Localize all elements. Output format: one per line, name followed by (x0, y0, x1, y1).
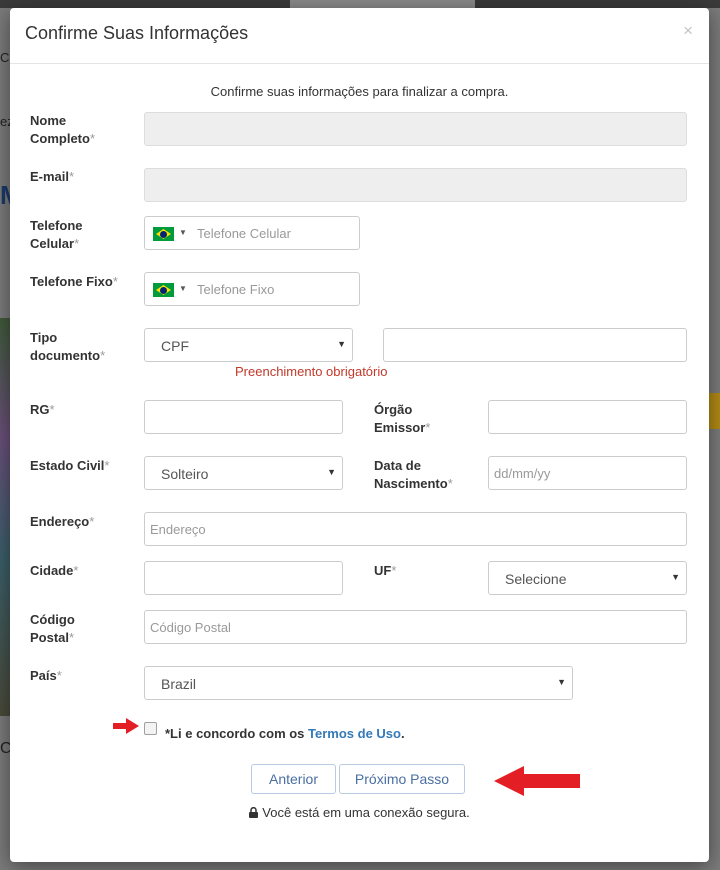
orgao-emissor-label: Órgão Emissor* (374, 401, 454, 437)
required-mark: * (89, 514, 95, 529)
tipo-documento-label-text: Tipo documento (30, 330, 101, 363)
email-label: E-mail* (30, 168, 74, 186)
chevron-down-icon: ▼ (557, 677, 566, 687)
required-mark: * (425, 420, 431, 435)
pais-label: País* (30, 667, 62, 685)
telefone-fixo-label-text: Telefone Fixo (30, 274, 113, 289)
lock-icon (249, 807, 259, 818)
rg-label: RG* (30, 401, 55, 419)
data-nascimento-label: Data de Nascimento* (374, 457, 469, 493)
terms-checkbox[interactable] (144, 722, 157, 735)
endereco-label-text: Endereço (30, 514, 90, 529)
nome-field[interactable] (144, 112, 687, 146)
codigo-postal-placeholder: Código Postal (150, 620, 231, 635)
required-mark: * (89, 131, 96, 146)
nome-label: Nome Completo* (30, 112, 130, 148)
telefone-fixo-label: Telefone Fixo* (30, 273, 120, 291)
background-search-bar (290, 0, 475, 8)
required-mark: * (100, 348, 106, 363)
chevron-down-icon: ▼ (337, 339, 346, 349)
tipo-documento-label: Tipo documento* (30, 329, 125, 365)
close-icon[interactable]: × (683, 21, 693, 41)
brazil-flag-icon[interactable] (153, 283, 174, 297)
tipo-documento-select[interactable]: CPF ▼ (144, 328, 353, 362)
pais-value: Brazil (161, 676, 197, 692)
email-field[interactable] (144, 168, 687, 202)
background-button (708, 393, 720, 429)
required-mark: * (73, 563, 79, 578)
background-image (0, 318, 10, 716)
telefone-celular-field[interactable]: ▼ Telefone Celular (144, 216, 360, 250)
orgao-emissor-label-text: Órgão Emissor (374, 402, 426, 435)
required-mark: * (56, 668, 62, 683)
email-label-text: E-mail (30, 169, 70, 184)
required-mark: * (112, 274, 118, 289)
estado-civil-select[interactable]: Solteiro ▼ (144, 456, 343, 490)
uf-select[interactable]: Selecione ▼ (488, 561, 687, 595)
terms-text: *Li e concordo com os Termos de Uso. (165, 726, 405, 741)
terms-prefix: *Li e concordo com os (165, 726, 309, 741)
rg-label-text: RG (30, 402, 50, 417)
uf-label-text: UF (374, 563, 392, 578)
required-mark: * (447, 476, 453, 491)
required-mark: * (69, 169, 75, 184)
secure-text: Você está em uma conexão segura. (262, 805, 470, 820)
modal-header: Confirme Suas Informações × (10, 8, 709, 64)
rg-field[interactable] (144, 400, 343, 434)
cidade-label: Cidade* (30, 562, 78, 580)
estado-civil-label: Estado Civil* (30, 457, 109, 475)
codigo-postal-field[interactable]: Código Postal (144, 610, 687, 644)
telefone-fixo-placeholder: Telefone Fixo (197, 282, 275, 297)
endereco-field[interactable]: Endereço (144, 512, 687, 546)
required-mark: * (49, 402, 55, 417)
nome-label-text: Nome Completo (30, 113, 90, 146)
endereco-placeholder: Endereço (150, 522, 206, 537)
data-nascimento-label-text: Data de Nascimento (374, 458, 448, 491)
telefone-celular-placeholder: Telefone Celular (197, 226, 291, 241)
anterior-button[interactable]: Anterior (251, 764, 336, 794)
pais-label-text: País (30, 668, 57, 683)
chevron-down-icon[interactable]: ▼ (179, 284, 187, 293)
secure-connection-text: Você está em uma conexão segura. (10, 805, 709, 820)
telefone-fixo-field[interactable]: ▼ Telefone Fixo (144, 272, 360, 306)
uf-label: UF* (374, 562, 396, 580)
cidade-label-text: Cidade (30, 563, 74, 578)
annotation-arrow-icon (494, 766, 580, 796)
orgao-emissor-field[interactable] (488, 400, 687, 434)
telefone-celular-label: Telefone Celular* (30, 217, 120, 253)
terms-suffix: . (400, 726, 405, 741)
data-nascimento-field[interactable]: dd/mm/yy (488, 456, 687, 490)
intro-text: Confirme suas informações para finalizar… (210, 84, 509, 99)
terms-link[interactable]: Termos de Uso (308, 726, 401, 741)
chevron-down-icon[interactable]: ▼ (179, 228, 187, 237)
estado-civil-label-text: Estado Civil (30, 458, 105, 473)
endereco-label: Endereço* (30, 513, 94, 531)
uf-value: Selecione (505, 571, 567, 587)
modal-title: Confirme Suas Informações (25, 23, 249, 43)
tipo-documento-value: CPF (161, 338, 189, 354)
proximo-passo-button[interactable]: Próximo Passo (339, 764, 465, 794)
tipo-documento-error: Preenchimento obrigatório (235, 364, 388, 379)
annotation-arrow-icon (113, 718, 139, 734)
cidade-field[interactable] (144, 561, 343, 595)
confirm-info-modal: Confirme Suas Informações × Confirme sua… (10, 8, 709, 862)
required-mark: * (74, 236, 80, 251)
required-mark: * (69, 630, 75, 645)
required-mark: * (391, 563, 397, 578)
required-mark: * (104, 458, 110, 473)
chevron-down-icon: ▼ (671, 572, 680, 582)
codigo-postal-label: Código Postal* (30, 611, 110, 647)
brazil-flag-icon[interactable] (153, 227, 174, 241)
estado-civil-value: Solteiro (161, 466, 209, 482)
pais-select[interactable]: Brazil ▼ (144, 666, 573, 700)
documento-number-field[interactable] (383, 328, 687, 362)
chevron-down-icon: ▼ (327, 467, 336, 477)
data-nascimento-placeholder: dd/mm/yy (494, 466, 551, 481)
